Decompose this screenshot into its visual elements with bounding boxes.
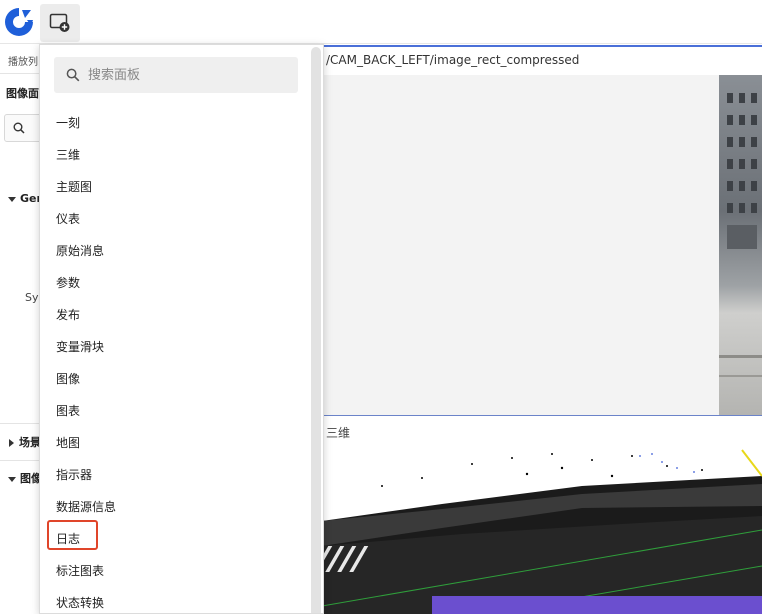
add-panel-icon xyxy=(49,13,70,32)
caret-down-icon xyxy=(8,196,16,202)
image-panel[interactable]: /CAM_BACK_LEFT/image_rect_compressed xyxy=(322,45,762,416)
camera-image xyxy=(719,75,762,415)
dropdown-scrollbar[interactable] xyxy=(311,47,321,613)
menu-item-indicator[interactable]: 指示器 xyxy=(56,466,92,483)
add-panel-dropdown: 一刻 三维 主题图 仪表 原始消息 参数 发布 变量滑块 图像 图表 地图 指示… xyxy=(39,44,324,614)
image-panel-label: 图像面 xyxy=(6,87,39,100)
panel-search-box[interactable] xyxy=(54,57,298,93)
menu-item-topic-graph[interactable]: 主题图 xyxy=(56,178,92,195)
left-sidebar: 播放列 图像面 Gen Sy 场景 图像 xyxy=(0,45,42,614)
menu-item-plot[interactable]: 图表 xyxy=(56,402,80,419)
sy-label: Sy xyxy=(25,291,39,304)
section-scene-label: 场景 xyxy=(19,436,41,449)
menu-item-map[interactable]: 地图 xyxy=(56,434,80,451)
divider xyxy=(0,460,41,461)
divider xyxy=(0,73,41,74)
add-panel-button[interactable] xyxy=(40,4,80,42)
sidebar-search-input[interactable] xyxy=(4,114,41,142)
menu-item-variable-slider[interactable]: 变量滑块 xyxy=(56,338,104,355)
point-cloud-view xyxy=(322,449,762,614)
menu-item-3d[interactable]: 三维 xyxy=(56,146,80,163)
caret-down-icon xyxy=(8,476,16,482)
search-icon xyxy=(13,122,25,134)
menu-item-data-source-info[interactable]: 数据源信息 xyxy=(56,498,116,515)
three-d-viewport[interactable] xyxy=(322,446,762,614)
menu-item-parameters[interactable]: 参数 xyxy=(56,274,80,291)
app-logo-icon[interactable] xyxy=(3,6,35,38)
three-d-panel[interactable]: 三维 xyxy=(322,418,762,614)
menu-item-gauge[interactable]: 仪表 xyxy=(56,210,80,227)
divider xyxy=(0,423,41,424)
menu-item-image[interactable]: 图像 xyxy=(56,370,80,387)
image-panel-topic[interactable]: /CAM_BACK_LEFT/image_rect_compressed xyxy=(322,45,762,75)
menu-item-state-transitions[interactable]: 状态转换 xyxy=(56,594,104,611)
highlight-box xyxy=(47,520,98,550)
section-scene[interactable]: 场景 xyxy=(9,434,41,450)
section-image[interactable]: 图像 xyxy=(8,470,41,486)
menu-item-publish[interactable]: 发布 xyxy=(56,306,80,323)
menu-item-yike[interactable]: 一刻 xyxy=(56,114,80,131)
section-general[interactable]: Gen xyxy=(8,192,41,205)
caret-right-icon xyxy=(9,439,14,447)
search-icon xyxy=(66,68,80,82)
panel-search-input[interactable] xyxy=(88,57,288,93)
playlist-label[interactable]: 播放列 xyxy=(8,53,38,68)
top-toolbar xyxy=(0,0,762,44)
menu-item-annotated-plot[interactable]: 标注图表 xyxy=(56,562,104,579)
menu-item-raw-messages[interactable]: 原始消息 xyxy=(56,242,104,259)
three-d-panel-title[interactable]: 三维 xyxy=(322,418,762,446)
